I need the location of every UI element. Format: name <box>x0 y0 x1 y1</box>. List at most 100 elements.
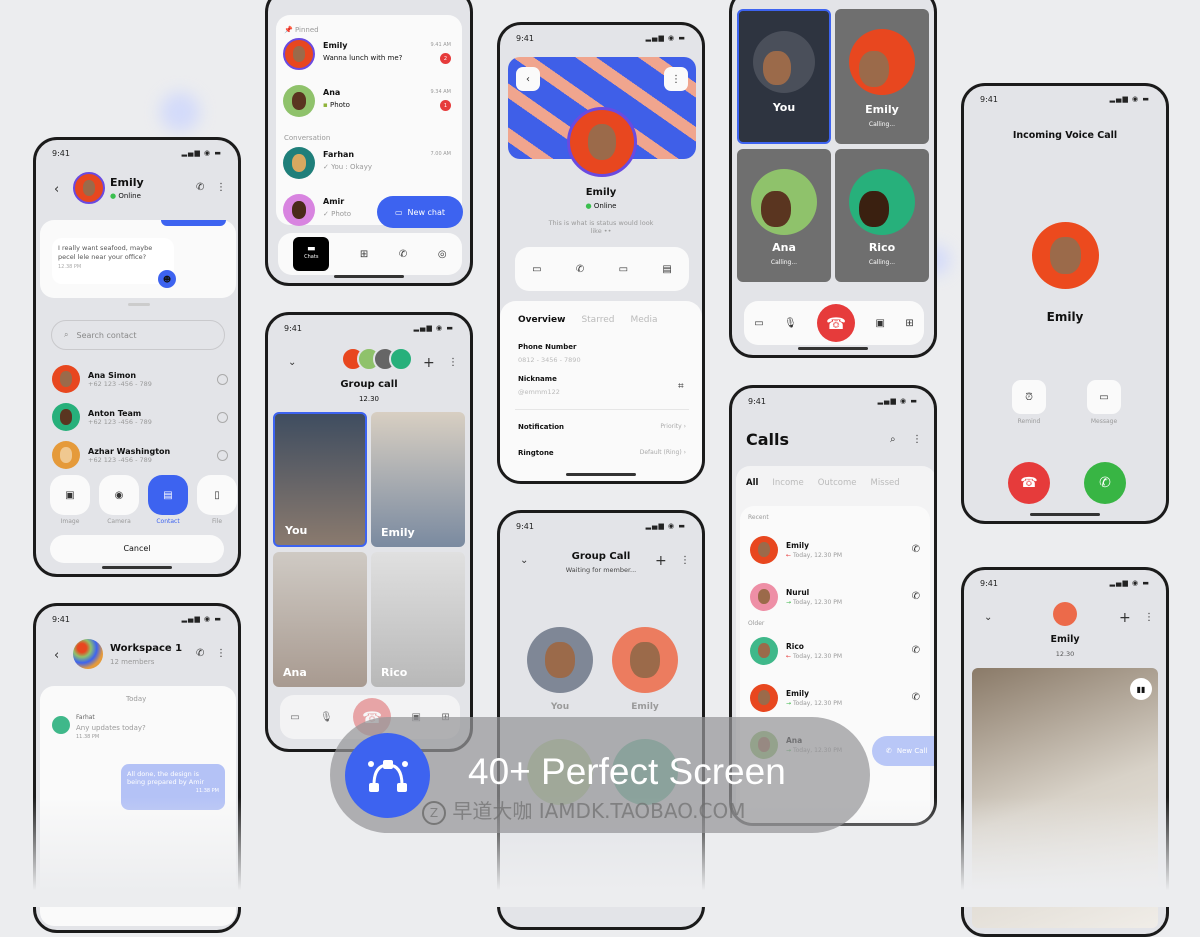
contact-icon[interactable]: ▤ <box>662 264 671 275</box>
share-icon[interactable]: ▣ <box>876 318 885 329</box>
home-indicator <box>1030 513 1100 516</box>
mute-icon[interactable]: 🎙︎ <box>784 318 797 329</box>
phone-icon[interactable]: ✆ <box>576 264 584 275</box>
add-icon[interactable]: + <box>655 553 667 569</box>
back-button[interactable]: ‹ <box>516 67 540 91</box>
more-icon[interactable]: ⋮ <box>448 357 458 368</box>
grid-icon[interactable]: ⊞ <box>360 249 368 260</box>
avatar <box>389 347 413 371</box>
attach-image[interactable]: ▣ Image <box>50 475 90 525</box>
contact-item[interactable]: Anton Team +62 123 -456 - 789 <box>52 398 228 436</box>
video-icon[interactable]: ▭ <box>290 712 299 723</box>
video-tile[interactable]: Emily Calling... <box>835 9 929 144</box>
add-icon[interactable]: + <box>423 355 435 371</box>
caller-name: Nurul <box>786 587 810 597</box>
promo-banner: 40+ Perfect Screen Z 早道大咖 IAMDK.TAOBAO.C… <box>330 717 870 833</box>
new-call-button[interactable]: ✆ New Call <box>872 736 934 766</box>
attach-file[interactable]: ▯ File <box>197 475 237 525</box>
status-time: 9:41 <box>52 149 70 158</box>
chat-item[interactable]: Emily Wanna lunch with me? 9.41 AM 2 <box>283 38 459 74</box>
video-icon[interactable]: ▭ <box>754 318 763 329</box>
more-icon[interactable]: ⋮ <box>1144 612 1154 623</box>
ringtone-row[interactable]: Ringtone Default (Ring) › <box>518 449 686 457</box>
more-button[interactable]: ⋮ <box>664 67 688 91</box>
tab-overview[interactable]: Overview <box>518 315 565 325</box>
add-icon[interactable]: + <box>1119 610 1131 626</box>
settings-icon[interactable]: ◎ <box>438 249 447 260</box>
reaction-icon[interactable]: ☻ <box>158 270 176 288</box>
tab-missed[interactable]: Missed <box>870 478 899 488</box>
search-icon: ⌕ <box>64 330 69 339</box>
mute-icon[interactable]: 🎙︎ <box>320 712 333 723</box>
phone-icon[interactable]: ✆ <box>196 182 204 193</box>
contact-item[interactable]: Azhar Washington +62 123 -456 - 789 <box>52 436 228 474</box>
video-tile[interactable]: Emily <box>371 412 465 547</box>
phone-value: 0812 - 3456 - 7890 <box>518 356 581 364</box>
audio-icon[interactable]: ▮▮ <box>1130 678 1152 700</box>
notification-row[interactable]: Notification Priority › <box>518 423 686 431</box>
participant-name: Ana <box>283 666 307 679</box>
tab-income[interactable]: Income <box>772 478 803 488</box>
tab-media[interactable]: Media <box>631 315 658 325</box>
phone-icon[interactable]: ✆ <box>912 692 920 703</box>
tab-starred[interactable]: Starred <box>581 315 614 325</box>
call-item[interactable]: Emily → Today, 12.30 PM ✆ <box>750 674 920 721</box>
accept-button[interactable]: ✆ <box>1084 462 1126 504</box>
chevron-down-icon[interactable]: ⌄ <box>984 612 992 623</box>
chat-item[interactable]: Farhan ✓ You : Okayy 7.00 AM <box>283 147 459 183</box>
new-chat-button[interactable]: ▭ New chat <box>377 196 463 228</box>
select-radio[interactable] <box>217 373 228 385</box>
profile-tabs: Overview Starred Media <box>518 315 658 325</box>
more-icon[interactable]: ⋮ <box>216 648 226 659</box>
video-tile[interactable]: Rico <box>371 552 465 687</box>
more-icon[interactable]: ⋮ <box>216 182 226 193</box>
phone-icon[interactable]: ✆ <box>912 591 920 602</box>
back-icon[interactable]: ‹ <box>54 182 59 197</box>
tab-outcome[interactable]: Outcome <box>818 478 857 488</box>
remind-button[interactable]: ⏰︎ Remind <box>1012 380 1046 425</box>
search-icon[interactable]: ⌕ <box>890 434 896 445</box>
tab-all[interactable]: All <box>746 478 758 488</box>
contact-icon: ▤ <box>148 475 188 515</box>
ringtone-value: Default (Ring) <box>639 449 682 456</box>
decline-button[interactable]: ☎ <box>1008 462 1050 504</box>
nav-chats[interactable]: ▬ Chats <box>293 237 330 271</box>
member-count: 12 members <box>110 658 155 666</box>
chevron-down-icon[interactable]: ⌄ <box>288 357 296 368</box>
video-tile[interactable]: Ana <box>273 552 367 687</box>
contact-phone: +62 123 -456 - 789 <box>88 379 152 388</box>
message-button[interactable]: ▭ Message <box>1087 380 1121 425</box>
phone-icon[interactable]: ✆ <box>912 645 920 656</box>
sheet-handle[interactable] <box>128 303 150 306</box>
end-call-button[interactable]: ☎ <box>817 304 856 342</box>
chat-item[interactable]: Ana ▪ Photo 9.34 AM 1 <box>283 85 459 121</box>
video-tile[interactable]: You <box>273 412 367 547</box>
video-tile[interactable]: Rico Calling... <box>835 149 929 282</box>
call-meta: ← Today, 12.30 PM <box>786 552 842 559</box>
video-tile[interactable]: Ana Calling... <box>737 149 831 282</box>
video-feed <box>972 668 1158 928</box>
more-icon[interactable]: ⋮ <box>680 555 690 566</box>
video-tile[interactable]: You <box>737 9 831 144</box>
call-item[interactable]: Nurul → Today, 12.30 PM ✆ <box>750 573 920 620</box>
calls-icon[interactable]: ✆ <box>399 249 407 260</box>
cancel-button[interactable]: Cancel <box>50 535 224 563</box>
attach-contact[interactable]: ▤ Contact <box>148 475 188 525</box>
call-item[interactable]: Rico ← Today, 12.30 PM ✆ <box>750 627 920 674</box>
select-radio[interactable] <box>217 411 228 423</box>
select-radio[interactable] <box>217 449 228 461</box>
grid-icon[interactable]: ⊞ <box>905 318 913 329</box>
video-icon[interactable]: ▭ <box>619 264 628 275</box>
message-icon[interactable]: ▭ <box>532 264 541 275</box>
attach-camera[interactable]: ◉ Camera <box>99 475 139 525</box>
back-icon[interactable]: ‹ <box>54 648 59 663</box>
search-contact-input[interactable]: ⌕ Search contact <box>51 320 225 350</box>
call-item[interactable]: Emily ← Today, 12.30 PM ✆ <box>750 526 920 573</box>
phone-icon[interactable]: ✆ <box>196 648 204 659</box>
contact-name: Anton Team <box>88 408 142 418</box>
caller-name: Emily <box>1050 634 1080 645</box>
contact-item[interactable]: Ana Simon +62 123 -456 - 789 <box>52 360 228 398</box>
phone-icon[interactable]: ✆ <box>912 544 920 555</box>
more-icon[interactable]: ⋮ <box>912 434 922 445</box>
qr-icon[interactable]: ⌗ <box>678 381 684 392</box>
